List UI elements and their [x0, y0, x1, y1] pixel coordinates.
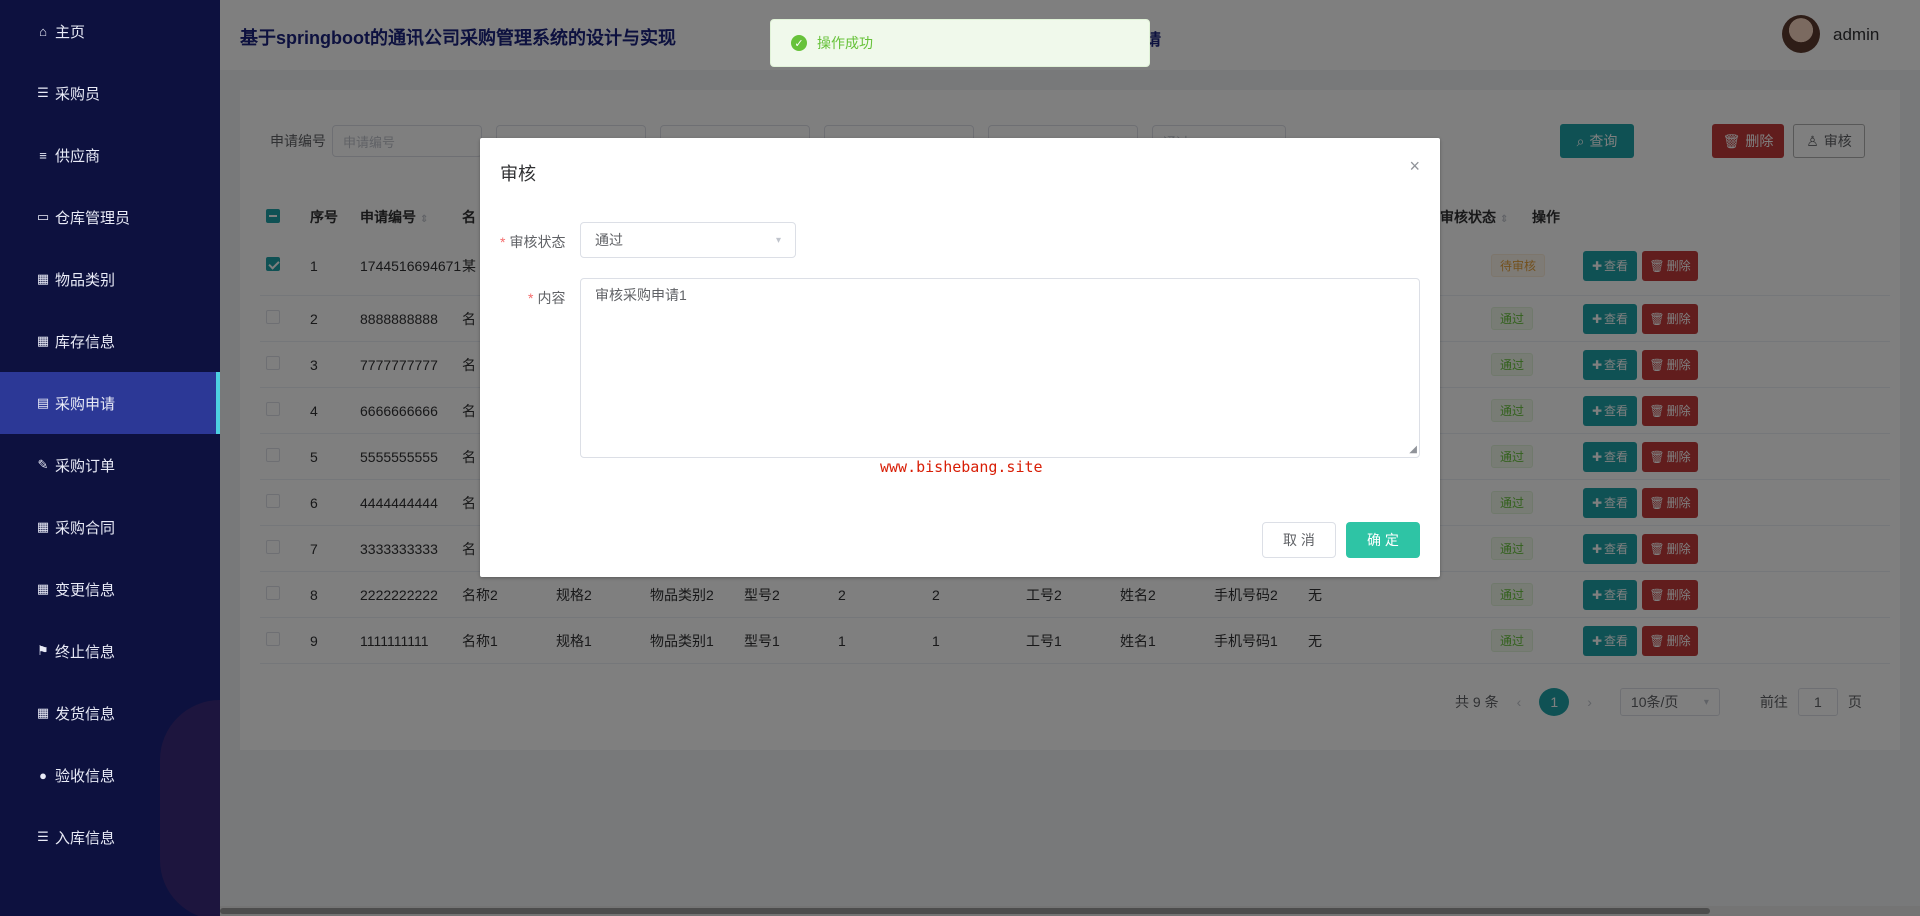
monitor-icon: ▭: [36, 209, 50, 224]
success-toast: ✓ 操作成功: [770, 19, 1150, 67]
sidebar-item-label: 验收信息: [55, 767, 116, 785]
grid-icon: ▦: [36, 519, 50, 534]
audit-dialog: 审核 × * 审核状态 通过 ▾ * 内容 审核采购申请1 ◢ www.bisheb…: [480, 138, 1440, 577]
grid-icon: ▦: [36, 581, 50, 596]
sidebar-item[interactable]: ▭ 仓库管理员: [0, 186, 220, 248]
status-field-label: * 审核状态: [500, 234, 566, 250]
list-icon: ☰: [37, 829, 49, 844]
content-textarea[interactable]: 审核采购申请1 ◢: [580, 278, 1420, 458]
thumb-icon: ✎: [37, 457, 49, 472]
sidebar-item[interactable]: ⚑ 终止信息: [0, 620, 220, 682]
sidebar-item[interactable]: ▦ 发货信息: [0, 682, 220, 744]
flag-icon: ⚑: [37, 643, 49, 658]
confirm-button[interactable]: 确 定: [1346, 522, 1420, 558]
sidebar-item[interactable]: ▦ 采购合同: [0, 496, 220, 558]
sidebar-item[interactable]: ✎ 采购订单: [0, 434, 220, 496]
audit-status-select[interactable]: 通过 ▾: [580, 222, 796, 258]
sidebar-item-label: 物品类别: [55, 271, 116, 289]
sidebar-item-label: 发货信息: [55, 705, 116, 723]
list-icon: ☰: [37, 85, 49, 100]
grid-icon: ▦: [36, 333, 50, 348]
watermark-text: www.bishebang.site: [880, 458, 1043, 476]
required-mark: *: [500, 234, 506, 250]
sidebar-item-label: 仓库管理员: [55, 209, 131, 227]
resize-grip-icon[interactable]: ◢: [1409, 444, 1417, 455]
sidebar-item-label: 采购订单: [55, 457, 116, 475]
chevron-down-icon: ▾: [775, 234, 781, 246]
sidebar-item-label: 供应商: [55, 147, 101, 165]
toast-message: 操作成功: [817, 35, 873, 51]
sidebar-item[interactable]: ▦ 变更信息: [0, 558, 220, 620]
user-icon: ●: [39, 767, 47, 783]
sidebar-item[interactable]: ≡ 供应商: [0, 124, 220, 186]
sidebar-item-label: 采购员: [55, 85, 101, 103]
required-mark: *: [528, 290, 534, 306]
sliders-icon: ≡: [39, 147, 47, 163]
sidebar-item-label: 采购申请: [55, 395, 116, 413]
cancel-button[interactable]: 取 消: [1262, 522, 1336, 558]
sidebar-item-label: 库存信息: [55, 333, 116, 351]
sidebar-item[interactable]: ▦ 库存信息: [0, 310, 220, 372]
sidebar-item-label: 入库信息: [55, 829, 116, 847]
sidebar-item[interactable]: ▤ 采购申请: [0, 372, 220, 434]
dialog-title: 审核: [500, 164, 536, 184]
sidebar-item[interactable]: ☰ 入库信息: [0, 806, 220, 868]
grid-icon: ▦: [36, 705, 50, 720]
home-icon: ⌂: [39, 23, 47, 39]
check-circle-icon: ✓: [791, 35, 807, 51]
sidebar-item-label: 主页: [55, 23, 86, 41]
content-field-label: * 内容: [528, 290, 566, 306]
sidebar-item[interactable]: ⌂ 主页: [0, 0, 220, 62]
audit-status-value: 通过: [595, 232, 623, 248]
sidebar-item[interactable]: ● 验收信息: [0, 744, 220, 806]
chart-icon: ▤: [36, 395, 50, 410]
sidebar: ⌂ 主页 ☰ 采购员 ≡ 供应商 ▭ 仓库管理员 ▦ 物品类别 ▦ 库存信息 ▤ 采购申请 ✎ 采购订单 ▦ 采购…: [0, 0, 220, 916]
sidebar-item[interactable]: ▦ 物品类别: [0, 248, 220, 310]
content-value: 审核采购申请1: [595, 287, 687, 303]
sidebar-item[interactable]: ☰ 采购员: [0, 62, 220, 124]
sidebar-item-label: 终止信息: [55, 643, 116, 661]
grid-icon: ▦: [36, 271, 50, 286]
close-icon[interactable]: ×: [1409, 156, 1420, 177]
sidebar-item-label: 采购合同: [55, 519, 116, 537]
sidebar-item-label: 变更信息: [55, 581, 116, 599]
